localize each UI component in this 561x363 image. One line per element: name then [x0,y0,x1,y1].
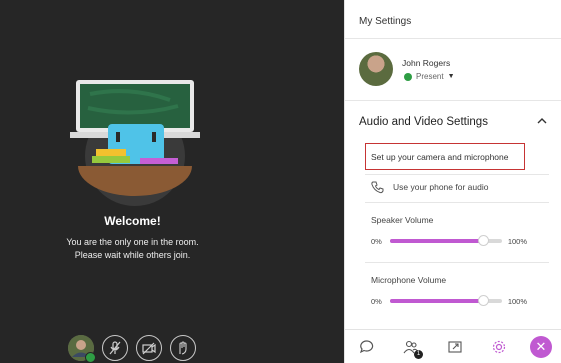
microphone-toggle-button[interactable] [102,335,128,361]
setup-camera-microphone-label: Set up your camera and microphone [371,151,509,162]
attendees-tab[interactable]: 1 [398,334,424,360]
microphone-volume-track[interactable] [389,295,502,306]
present-icon [404,72,412,81]
use-phone-for-audio-link[interactable]: Use your phone for audio [371,180,488,194]
speaker-volume-track[interactable] [389,235,502,246]
panel-title: My Settings [359,16,412,27]
speaker-min-label: 0% [371,236,382,246]
raise-hand-button[interactable] [170,335,196,361]
gear-icon [492,340,506,353]
chat-tab[interactable] [354,334,380,360]
present-status-icon [85,352,96,363]
speaker-max-label: 100% [507,236,528,246]
share-icon [448,340,462,353]
user-name: John Rogers [402,58,451,68]
microphone-volume-slider[interactable]: 0% 100% [371,295,546,307]
divider [365,202,549,203]
divider [365,262,549,263]
camera-off-icon [142,342,156,355]
audio-video-settings-header[interactable]: Audio and Video Settings [359,116,488,128]
microphone-max-label: 100% [507,296,528,306]
speaker-volume-handle[interactable] [477,235,489,246]
my-settings-panel: My Settings John Rogers Present ▼ Audio … [344,0,561,363]
microphone-muted-icon [109,341,121,355]
chat-icon [359,339,374,353]
camera-toggle-button[interactable] [136,335,162,361]
phone-icon [371,181,384,194]
chevron-up-icon[interactable] [537,116,547,126]
speaker-volume-slider[interactable]: 0% 100% [371,235,546,247]
microphone-volume-label: Microphone Volume [371,275,447,285]
raise-hand-icon [179,341,187,355]
divider [365,174,549,175]
user-avatar[interactable] [359,52,393,86]
divider [345,100,561,101]
my-avatar-button[interactable] [68,335,96,363]
status-dropdown[interactable]: Present ▼ [404,72,455,81]
attendee-count-badge: 1 [414,349,423,359]
waiting-message-line-2: Please wait while others join. [74,250,191,260]
use-phone-label: Use your phone for audio [393,182,489,192]
share-content-tab[interactable] [442,334,468,360]
speaker-volume-label: Speaker Volume [371,215,434,225]
status-label: Present [416,72,444,81]
panel-tab-bar: 1 ✕ [345,329,561,363]
speaker-volume-fill [389,239,483,243]
session-stage: Welcome! You are the only one in the roo… [0,0,344,363]
settings-tab[interactable] [486,334,512,360]
microphone-volume-handle[interactable] [477,295,489,306]
session-controls [68,334,196,363]
microphone-min-label: 0% [371,296,382,306]
welcome-heading: Welcome! [104,214,161,228]
close-panel-button[interactable]: ✕ [530,335,552,358]
classroom-illustration [70,80,200,206]
caret-down-icon: ▼ [447,73,455,80]
waiting-message: You are the only one in the room. Please… [0,236,265,262]
microphone-volume-fill [389,299,483,303]
divider [345,38,561,39]
waiting-message-line-1: You are the only one in the room. [66,237,199,247]
setup-camera-microphone-link[interactable]: Set up your camera and microphone [365,143,525,170]
close-icon: ✕ [535,338,547,354]
